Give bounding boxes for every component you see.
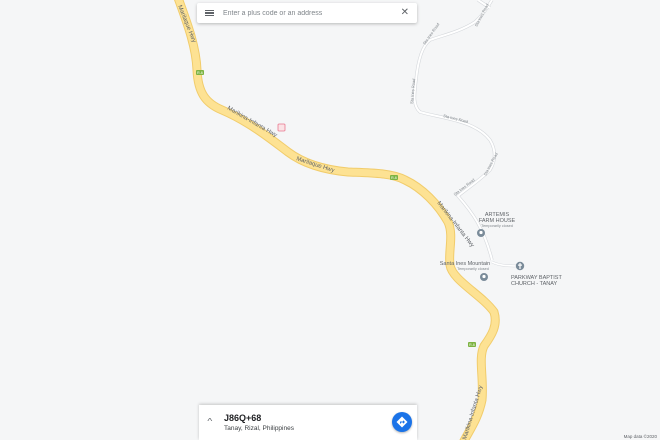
toll-icon: [277, 123, 286, 132]
close-icon[interactable]: ✕: [401, 8, 409, 18]
map-attribution: Map data ©2020: [623, 434, 657, 439]
svg-text:R-6: R-6: [391, 176, 397, 180]
location-card[interactable]: ^ J86Q+68 Tanay, Rizal, Philippines: [199, 405, 417, 440]
poi-name-line2: CHURCH - TANAY: [511, 281, 557, 287]
poi-status: Temporarily closed: [481, 224, 513, 228]
chevron-up-icon[interactable]: ^: [207, 417, 212, 426]
poi-marker-icon: [480, 273, 488, 281]
search-bar: ✕: [197, 3, 417, 23]
plus-code: J86Q+68: [224, 413, 262, 423]
place-of-worship-icon: [515, 261, 525, 271]
search-input[interactable]: [223, 9, 393, 17]
svg-text:R-6: R-6: [469, 343, 475, 347]
directions-icon: [396, 416, 408, 428]
map-canvas[interactable]: Marilaque Hwy Marikina-Infanta Hwy Maril…: [0, 0, 660, 440]
poi-status: Temporarily closed: [457, 267, 489, 271]
menu-icon[interactable]: [205, 9, 214, 17]
svg-text:R-6: R-6: [197, 71, 203, 75]
address: Tanay, Rizal, Philippines: [224, 425, 294, 432]
directions-button[interactable]: [392, 412, 412, 432]
route-shield: R-6: [468, 342, 476, 347]
route-shield: R-6: [390, 175, 398, 180]
poi-marker-icon: [477, 229, 485, 237]
route-shield: R-6: [196, 70, 204, 75]
